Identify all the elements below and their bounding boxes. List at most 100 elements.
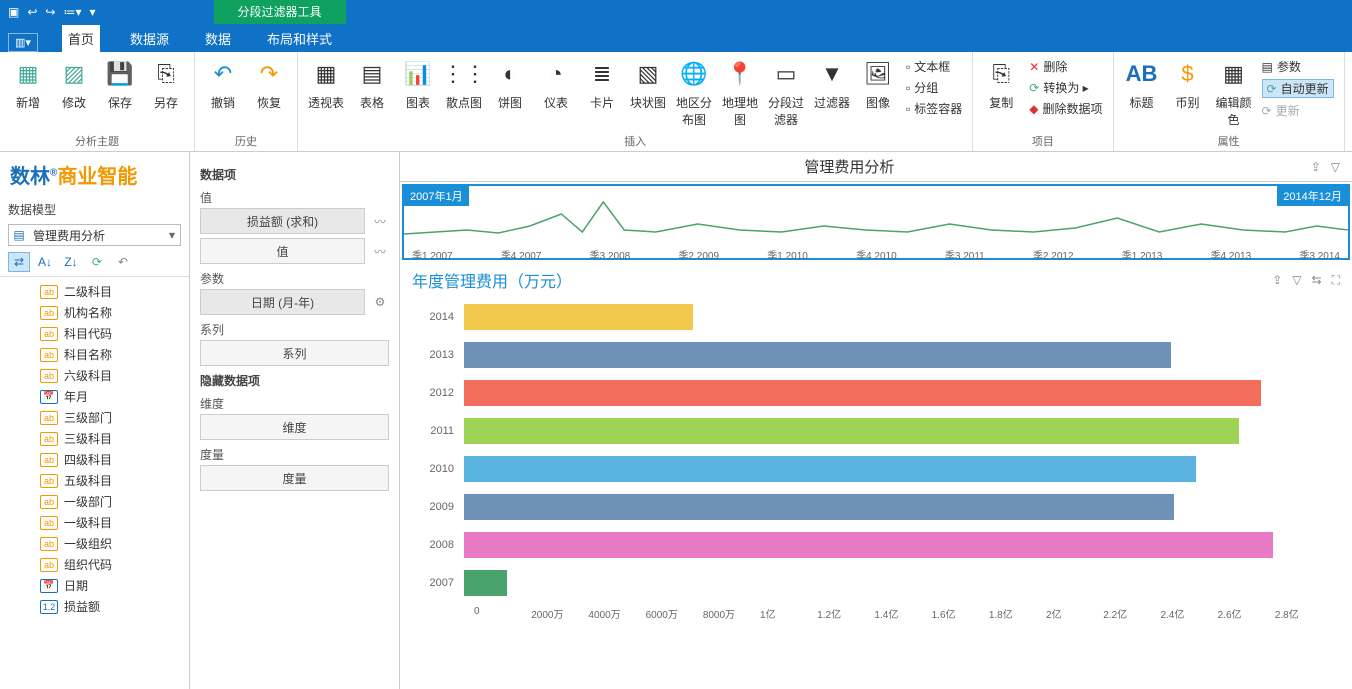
- convert-button[interactable]: ⟳转换为 ▸: [1029, 79, 1102, 96]
- saveas-button[interactable]: ⎘另存: [144, 56, 188, 113]
- qat-drop-icon[interactable]: ▾: [90, 5, 96, 19]
- section-hidden: 隐藏数据项: [200, 372, 389, 389]
- bar-row[interactable]: 2009: [420, 488, 1332, 526]
- insert-1[interactable]: ▤表格: [350, 56, 394, 130]
- editcolor-button[interactable]: ▦编辑颜色: [1212, 56, 1256, 130]
- group-label: 属性: [1120, 133, 1338, 149]
- datamodel-select[interactable]: ▤ 管理费用分析 ▾: [8, 224, 181, 246]
- field-item[interactable]: ab五级科目: [0, 470, 189, 491]
- sort-desc-button[interactable]: Z↓: [60, 252, 82, 272]
- field-item[interactable]: 📅日期: [0, 575, 189, 596]
- field-item[interactable]: ab三级部门: [0, 407, 189, 428]
- drill-icon[interactable]: ⇆: [1312, 273, 1322, 288]
- series-drop[interactable]: 系列: [200, 340, 389, 366]
- save-icon[interactable]: ▣: [8, 5, 19, 19]
- redo-icon[interactable]: ↪: [45, 5, 55, 19]
- tab-home[interactable]: 首页: [62, 25, 100, 52]
- insert-2[interactable]: 📊图表: [396, 56, 440, 130]
- delete-button[interactable]: ✕删除: [1029, 58, 1102, 75]
- insert-7[interactable]: ▧块状图: [626, 56, 670, 130]
- insert-5[interactable]: ◔仪表: [534, 56, 578, 130]
- param-pill[interactable]: 日期 (月-年): [200, 289, 365, 315]
- insert-12[interactable]: 🖼图像: [856, 56, 900, 130]
- insert-side-0[interactable]: ▫文本框: [906, 58, 962, 75]
- bar-row[interactable]: 2008: [420, 526, 1332, 564]
- measure-drop[interactable]: 度量: [200, 465, 389, 491]
- bar-row[interactable]: 2011: [420, 412, 1332, 450]
- timeline-start[interactable]: 2007年1月: [404, 186, 469, 206]
- contextual-tool-tab[interactable]: 分段过滤器工具: [214, 0, 346, 24]
- value-pill[interactable]: 损益额 (求和): [200, 208, 365, 234]
- field-item[interactable]: ab一级部门: [0, 491, 189, 512]
- refresh-fields-button[interactable]: ⟳: [86, 252, 108, 272]
- fullscreen-icon[interactable]: ⛶: [1332, 273, 1340, 288]
- export-icon[interactable]: ⇪: [1272, 273, 1282, 288]
- refresh-button[interactable]: ⟳更新: [1262, 102, 1334, 119]
- chevron-down-icon: ▾: [164, 228, 180, 242]
- new-button[interactable]: ▦新增: [6, 56, 50, 113]
- insert-0[interactable]: ▦透视表: [304, 56, 348, 130]
- section-data-items: 数据项: [200, 166, 389, 183]
- view-tree-button[interactable]: ⇄: [8, 252, 30, 272]
- insert-side-2[interactable]: ▫标签容器: [906, 100, 962, 117]
- redo-button[interactable]: ↷恢复: [247, 56, 291, 113]
- currency-button[interactable]: $币别: [1166, 56, 1210, 130]
- reset-button[interactable]: ↶: [112, 252, 134, 272]
- bar-chart: 2014201320122011201020092008200702000万40…: [400, 292, 1352, 689]
- field-item[interactable]: ab一级组织: [0, 533, 189, 554]
- insert-3[interactable]: ⋮⋮散点图: [442, 56, 486, 130]
- undo-button[interactable]: ↶撤销: [201, 56, 245, 113]
- export-icon[interactable]: ⇪: [1311, 160, 1321, 174]
- field-item[interactable]: ab一级科目: [0, 512, 189, 533]
- tab-layout[interactable]: 布局和样式: [261, 25, 338, 52]
- field-item[interactable]: ab科目代码: [0, 323, 189, 344]
- insert-6[interactable]: ≣卡片: [580, 56, 624, 130]
- field-item[interactable]: ab四级科目: [0, 449, 189, 470]
- sort-asc-button[interactable]: A↓: [34, 252, 56, 272]
- save-button[interactable]: 💾保存: [98, 56, 142, 113]
- filter-icon[interactable]: ▽: [1331, 160, 1340, 174]
- field-item[interactable]: ab组织代码: [0, 554, 189, 575]
- title-button[interactable]: AB标题: [1120, 56, 1164, 130]
- group-label: 插入: [304, 133, 966, 149]
- autorefresh-button[interactable]: ⟳自动更新: [1262, 79, 1334, 98]
- value-drop[interactable]: 值: [200, 238, 365, 264]
- field-item[interactable]: ab机构名称: [0, 302, 189, 323]
- undo-icon[interactable]: ↩: [27, 5, 37, 19]
- bar-row[interactable]: 2012: [420, 374, 1332, 412]
- field-item[interactable]: ab三级科目: [0, 428, 189, 449]
- gear-icon[interactable]: ⚙: [371, 295, 389, 309]
- timeline-end[interactable]: 2014年12月: [1277, 186, 1348, 206]
- line-type-icon[interactable]: 〰: [371, 243, 389, 260]
- insert-11[interactable]: ▼过滤器: [810, 56, 854, 130]
- insert-4[interactable]: ◐饼图: [488, 56, 532, 130]
- insert-side-1[interactable]: ▫分组: [906, 79, 962, 96]
- tab-data[interactable]: 数据: [199, 25, 237, 52]
- bar-row[interactable]: 2013: [420, 336, 1332, 374]
- model-icon: ▤: [9, 228, 29, 242]
- field-item[interactable]: 📅年月: [0, 386, 189, 407]
- bar-row[interactable]: 2010: [420, 450, 1332, 488]
- insert-8[interactable]: 🌐地区分布图: [672, 56, 716, 130]
- refresh-icon: ⟳: [1267, 82, 1277, 96]
- dim-drop[interactable]: 维度: [200, 414, 389, 440]
- filter-icon[interactable]: ▽: [1292, 273, 1301, 288]
- tab-datasource[interactable]: 数据源: [124, 25, 175, 52]
- bar-row[interactable]: 2007: [420, 564, 1332, 602]
- file-menu[interactable]: ▥▾: [8, 33, 38, 52]
- timeline-slicer[interactable]: 2007年1月 2014年12月 季1 2007季4 2007季3 2008季2…: [402, 184, 1350, 260]
- field-item[interactable]: ab六级科目: [0, 365, 189, 386]
- field-item[interactable]: ab科目名称: [0, 344, 189, 365]
- ribbon: ▦新增 ▨修改 💾保存 ⎘另存 分析主题 ↶撤销 ↷恢复 历史 ▦透视表▤表格📊…: [0, 52, 1352, 152]
- insert-10[interactable]: ▭分段过滤器: [764, 56, 808, 130]
- more-icon[interactable]: ≔▾: [63, 5, 81, 19]
- copy-button[interactable]: ⎘复制: [979, 56, 1023, 119]
- field-item[interactable]: ab二级科目: [0, 281, 189, 302]
- params-button[interactable]: ▤参数: [1262, 58, 1334, 75]
- field-item[interactable]: 1.2损益额: [0, 596, 189, 617]
- line-type-icon[interactable]: 〰: [371, 213, 389, 230]
- bar-row[interactable]: 2014: [420, 298, 1332, 336]
- insert-9[interactable]: 📍地理地图: [718, 56, 762, 130]
- delete-data-button[interactable]: ◆删除数据项: [1029, 100, 1102, 117]
- edit-button[interactable]: ▨修改: [52, 56, 96, 113]
